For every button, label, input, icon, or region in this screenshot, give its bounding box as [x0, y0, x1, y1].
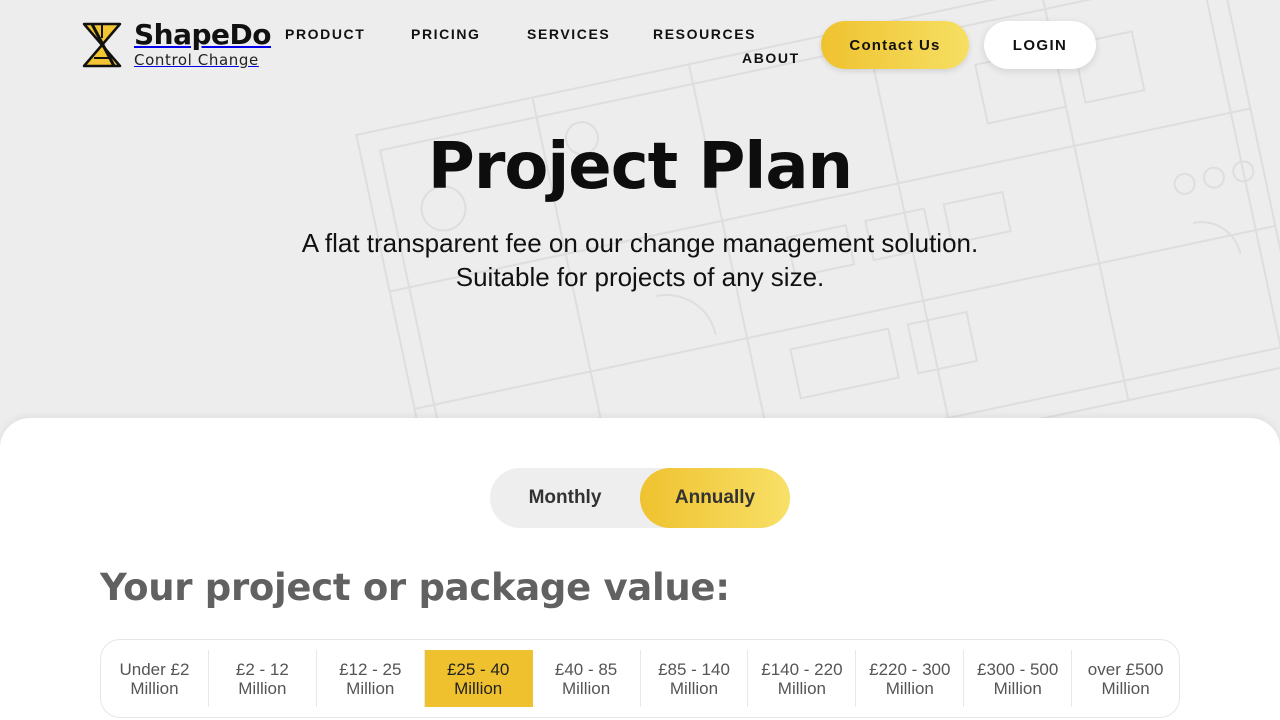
subtitle-line-1: A flat transparent fee on our change man…	[301, 228, 979, 258]
logo-text: ShapeDo Control Change	[134, 18, 272, 70]
billing-annually-option[interactable]: Annually	[640, 468, 790, 528]
billing-period-toggle: Monthly Annually	[490, 468, 790, 528]
range-option[interactable]: over £500 Million	[1072, 650, 1179, 707]
nav-services[interactable]: SERVICES	[527, 26, 610, 42]
range-option[interactable]: £140 - 220 Million	[748, 650, 857, 707]
range-option[interactable]: £220 - 300 Million	[856, 650, 965, 707]
range-option[interactable]: £40 - 85 Million	[533, 650, 641, 707]
brand-logo[interactable]: ShapeDo Control Change	[80, 18, 272, 72]
nav-pricing[interactable]: PRICING	[411, 26, 481, 42]
package-value-heading: Your project or package value:	[100, 566, 730, 609]
contact-us-button[interactable]: Contact Us	[821, 21, 969, 69]
brand-tagline: Control Change	[134, 51, 259, 69]
nav-about[interactable]: ABOUT	[742, 50, 800, 66]
package-value-selector: Under £2 Million £2 - 12 Million £12 - 2…	[100, 639, 1180, 718]
page-subtitle: A flat transparent fee on our change man…	[240, 226, 1040, 294]
page-title: Project Plan	[427, 130, 853, 204]
range-option[interactable]: Under £2 Million	[101, 650, 209, 707]
subtitle-line-2: Suitable for projects of any size.	[455, 262, 825, 292]
brand-name: ShapeDo	[134, 18, 272, 51]
range-option[interactable]: £2 - 12 Million	[209, 650, 317, 707]
range-option[interactable]: £300 - 500 Million	[964, 650, 1073, 707]
logo-mark-icon	[82, 22, 122, 68]
range-option-selected[interactable]: £25 - 40 Million	[424, 650, 533, 707]
nav-resources[interactable]: RESOURCES	[653, 26, 756, 42]
login-button[interactable]: LOGIN	[984, 21, 1096, 69]
range-option[interactable]: £12 - 25 Million	[317, 650, 425, 707]
billing-monthly-option[interactable]: Monthly	[490, 468, 640, 528]
range-option[interactable]: £85 - 140 Million	[641, 650, 749, 707]
nav-product[interactable]: PRODUCT	[285, 26, 365, 42]
